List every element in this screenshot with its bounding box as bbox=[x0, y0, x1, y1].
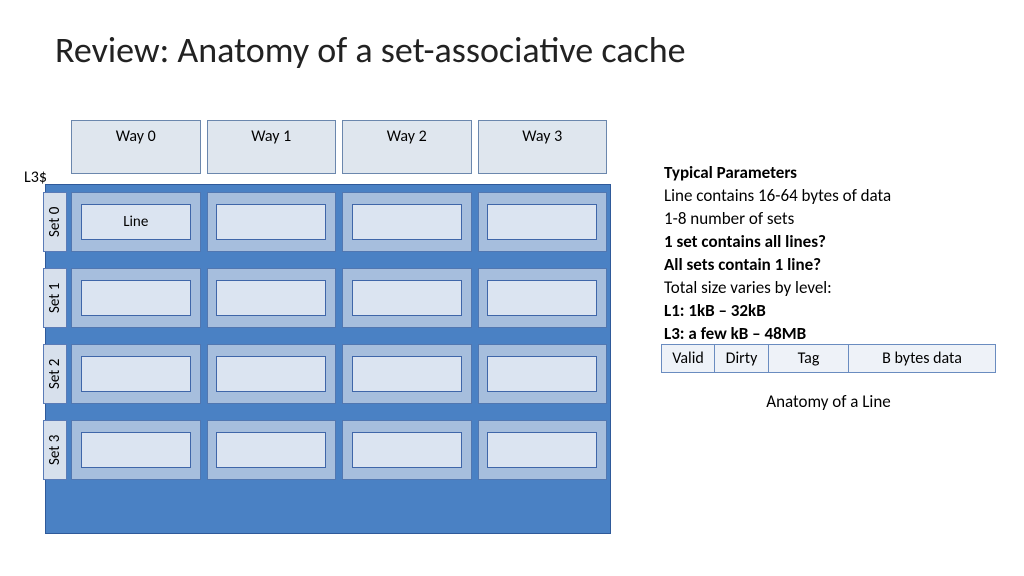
line-box bbox=[216, 280, 326, 316]
way-header-2: Way 2 bbox=[342, 120, 472, 174]
cache-diagram: Way 0 Way 1 Way 2 Way 3 Set 0 Line Set 1 bbox=[43, 120, 607, 480]
line-box bbox=[352, 356, 462, 392]
cache-line-cell bbox=[207, 268, 337, 328]
line-box bbox=[216, 356, 326, 392]
info-line: Total size varies by level: bbox=[664, 277, 994, 300]
info-line: All sets contain 1 line? bbox=[664, 254, 994, 277]
cache-line-cell bbox=[71, 344, 201, 404]
set-body bbox=[71, 268, 607, 328]
cache-line-cell bbox=[342, 344, 472, 404]
way-header-3: Way 3 bbox=[478, 120, 608, 174]
set-label-3: Set 3 bbox=[43, 420, 67, 480]
cache-line-cell bbox=[342, 420, 472, 480]
line-field-data: B bytes data bbox=[849, 344, 996, 373]
line-field-tag: Tag bbox=[769, 344, 849, 373]
info-line: L1: 1kB – 32kB bbox=[664, 300, 994, 323]
cache-line-cell bbox=[71, 268, 201, 328]
set-row: Set 2 bbox=[43, 344, 607, 404]
line-field-dirty: Dirty bbox=[715, 344, 769, 373]
cache-line-cell bbox=[71, 420, 201, 480]
cache-line-cell bbox=[207, 344, 337, 404]
ways-header-row: Way 0 Way 1 Way 2 Way 3 bbox=[71, 120, 607, 174]
line-anatomy-row: Valid Dirty Tag B bytes data bbox=[661, 344, 996, 373]
set-label-2: Set 2 bbox=[43, 344, 67, 404]
line-box bbox=[487, 432, 597, 468]
cache-line-cell bbox=[478, 268, 608, 328]
sets-container: Set 0 Line Set 1 Set 2 bbox=[43, 192, 607, 480]
line-box bbox=[216, 432, 326, 468]
set-row: Set 3 bbox=[43, 420, 607, 480]
line-box bbox=[81, 432, 191, 468]
line-box bbox=[216, 204, 326, 240]
set-body: Line bbox=[71, 192, 607, 252]
set-body bbox=[71, 420, 607, 480]
cache-line-cell bbox=[478, 420, 608, 480]
cache-line-cell bbox=[342, 192, 472, 252]
way-header-0: Way 0 bbox=[71, 120, 201, 174]
cache-line-cell bbox=[342, 268, 472, 328]
set-body bbox=[71, 344, 607, 404]
set-label-0: Set 0 bbox=[43, 192, 67, 252]
typical-parameters: Typical Parameters Line contains 16-64 b… bbox=[664, 162, 994, 346]
line-box bbox=[352, 204, 462, 240]
line-field-valid: Valid bbox=[661, 344, 715, 373]
line-box bbox=[352, 432, 462, 468]
line-box bbox=[487, 356, 597, 392]
cache-line-cell bbox=[478, 192, 608, 252]
set-label-1: Set 1 bbox=[43, 268, 67, 328]
info-line: 1 set contains all lines? bbox=[664, 231, 994, 254]
cache-line-cell bbox=[207, 192, 337, 252]
line-box bbox=[352, 280, 462, 316]
line-box bbox=[81, 356, 191, 392]
slide-title: Review: Anatomy of a set-associative cac… bbox=[55, 28, 686, 72]
line-box bbox=[487, 280, 597, 316]
line-anatomy: Valid Dirty Tag B bytes data Anatomy of … bbox=[661, 344, 996, 412]
cache-line-cell bbox=[207, 420, 337, 480]
cache-line-cell bbox=[478, 344, 608, 404]
info-line: Line contains 16-64 bytes of data bbox=[664, 185, 994, 208]
way-header-1: Way 1 bbox=[207, 120, 337, 174]
set-row: Set 0 Line bbox=[43, 192, 607, 252]
set-row: Set 1 bbox=[43, 268, 607, 328]
info-heading: Typical Parameters bbox=[664, 162, 994, 185]
line-box bbox=[81, 280, 191, 316]
cache-line-cell: Line bbox=[71, 192, 201, 252]
line-anatomy-caption: Anatomy of a Line bbox=[661, 391, 996, 412]
line-box bbox=[487, 204, 597, 240]
line-label-box: Line bbox=[81, 204, 191, 240]
info-line: L3: a few kB – 48MB bbox=[664, 323, 994, 346]
info-line: 1-8 number of sets bbox=[664, 208, 994, 231]
